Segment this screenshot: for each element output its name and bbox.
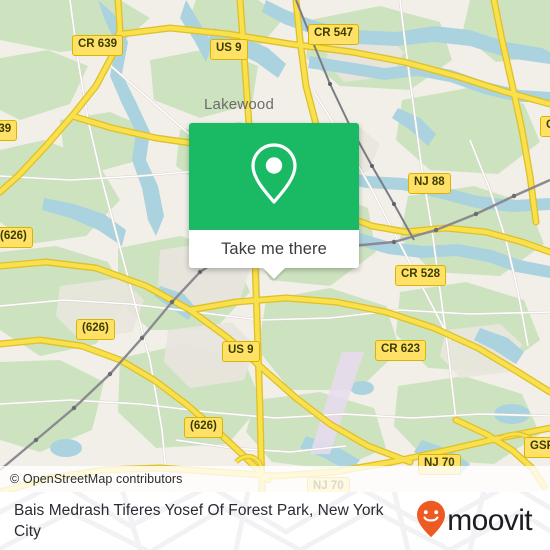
place-title: Bais Medrash Tiferes Yosef Of Forest Par…	[14, 502, 384, 540]
popup-pointer-tail	[263, 268, 285, 279]
road-shield-cr547[interactable]: CR 547	[308, 24, 359, 45]
popup-header	[189, 123, 359, 230]
road-shield-us9-north[interactable]: US 9	[210, 39, 248, 60]
moovit-brand[interactable]: moovit	[416, 500, 536, 543]
map-label-lakewood: Lakewood	[204, 96, 274, 113]
moovit-smiley-pin-icon	[416, 500, 446, 543]
map-screenshot: Lakewood CR 639 US 9 CR 547 639 NJ 88 (6…	[0, 0, 550, 550]
place-popup-card[interactable]: Take me there	[189, 123, 359, 279]
road-shield-626-mid[interactable]: (626)	[76, 319, 115, 340]
map-pin-icon	[247, 141, 301, 212]
road-shield-cr528[interactable]: CR 528	[395, 265, 446, 286]
road-shield-cr623[interactable]: CR 623	[375, 340, 426, 361]
attribution-text: © OpenStreetMap contributors	[10, 472, 183, 486]
road-shield-cr639[interactable]: CR 639	[72, 35, 123, 56]
road-shield-gsp[interactable]: GSP	[524, 437, 550, 458]
bottom-info-bar: Bais Medrash Tiferes Yosef Of Forest Par…	[0, 492, 550, 550]
map-attribution: © OpenStreetMap contributors	[0, 466, 550, 492]
road-shield-nj88[interactable]: NJ 88	[408, 173, 451, 194]
popup-action-bar[interactable]: Take me there	[189, 230, 359, 279]
road-shield-639-edge[interactable]: 639	[0, 120, 18, 141]
road-shield-626-south[interactable]: (626)	[184, 417, 223, 438]
take-me-there-label: Take me there	[221, 239, 327, 258]
road-shield-edge-right[interactable]: G	[540, 116, 550, 137]
moovit-wordmark: moovit	[447, 504, 532, 537]
road-shield-us9-south[interactable]: US 9	[222, 341, 260, 362]
road-shield-626-west[interactable]: (626)	[0, 227, 33, 248]
